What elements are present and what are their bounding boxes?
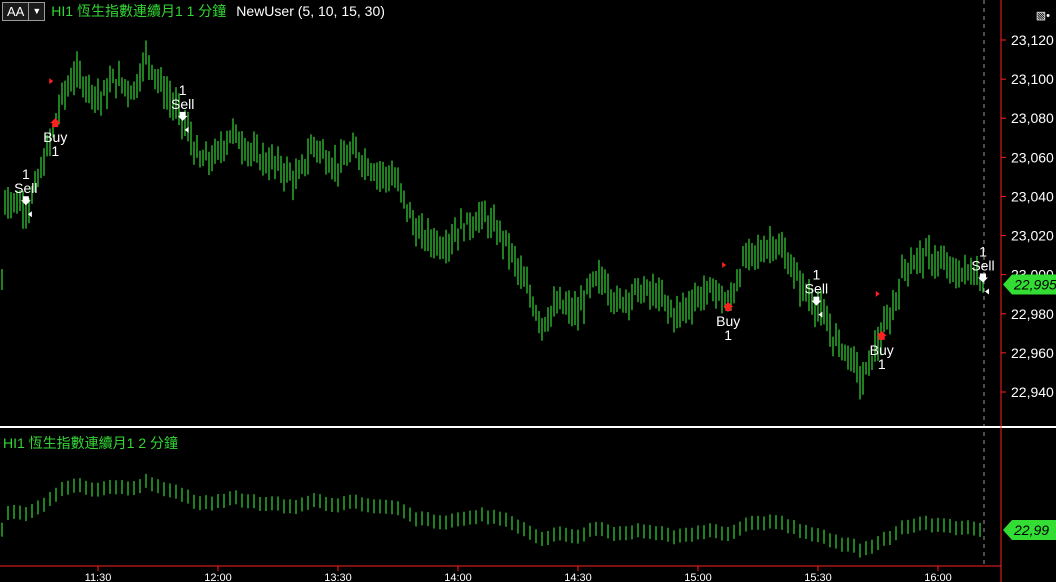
x-tick-label: 16:00 — [924, 572, 952, 582]
x-tick-label: 15:00 — [684, 572, 712, 582]
x-tick-label: 12:00 — [204, 572, 232, 582]
x-tick-label: 15:30 — [804, 572, 832, 582]
buy-qty-label: 1 — [724, 327, 732, 343]
sub-price-bars — [1, 473, 981, 558]
y-tick-label: 23,100 — [1011, 71, 1054, 87]
sell-pointer-icon — [985, 288, 989, 295]
sell-label: Sell — [14, 180, 37, 196]
x-tick-label: 14:30 — [564, 572, 592, 582]
sell-arrow-icon — [811, 296, 822, 306]
sell-label: Sell — [971, 257, 994, 273]
buy-qty-label: 1 — [878, 356, 886, 372]
sell-label: Sell — [171, 96, 194, 112]
y-tick-label: 23,040 — [1011, 188, 1054, 204]
y-tick-label: 22,960 — [1011, 345, 1054, 361]
y-tick-label: 22,940 — [1011, 384, 1054, 400]
buy-pointer-icon — [722, 261, 727, 268]
buy-pointer-icon — [49, 78, 54, 85]
y-tick-label: 23,120 — [1011, 32, 1054, 48]
buy-qty-label: 1 — [51, 143, 59, 159]
sell-label: Sell — [805, 281, 828, 297]
x-tick-label: 11:30 — [85, 572, 112, 582]
last-price-label: 22,995 — [1013, 276, 1056, 292]
y-tick-label: 23,020 — [1011, 228, 1054, 244]
x-tick-label: 13:30 — [324, 572, 352, 582]
buy-pointer-icon — [875, 290, 880, 297]
y-tick-label: 23,060 — [1011, 149, 1054, 165]
y-tick-label: 22,980 — [1011, 306, 1054, 322]
y-tick-label: 23,080 — [1011, 110, 1054, 126]
x-tick-label: 14:00 — [444, 572, 472, 582]
sub-last-price-label: 22,99 — [1013, 522, 1049, 538]
price-chart[interactable]: 22,94022,96022,98023,00023,02023,04023,0… — [0, 0, 1056, 582]
price-bars — [1, 40, 984, 400]
